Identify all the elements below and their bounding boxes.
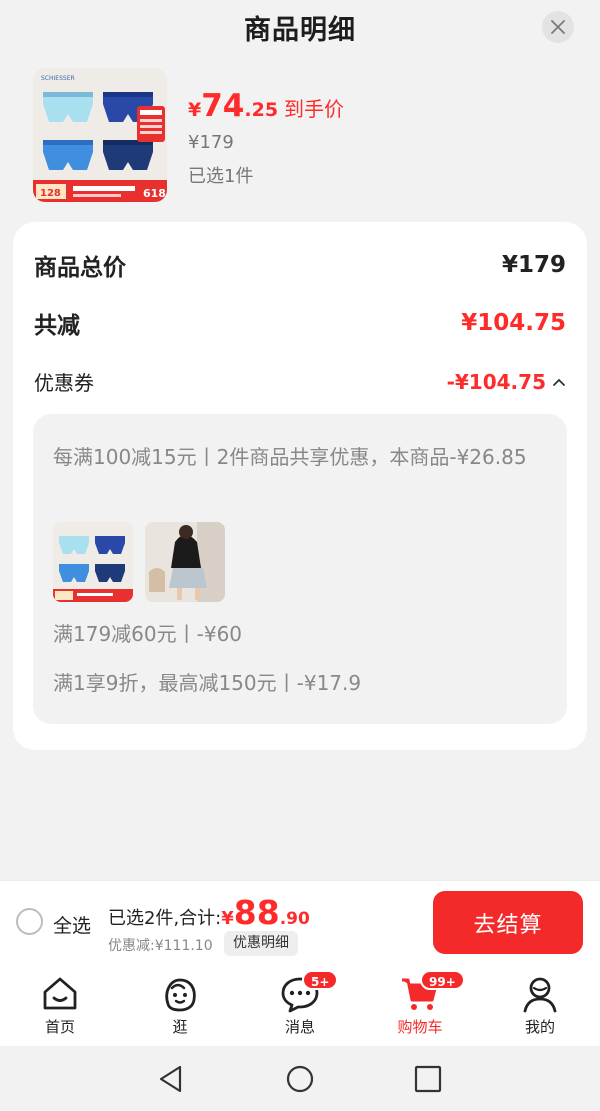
home-icon [43,977,77,1010]
total-sum: 已选2件,合计:¥88.90 [108,893,310,932]
total-label: 商品总价 [34,255,126,281]
price-detail-card: 商品总价 ¥179 共减 ¥104.75 优惠券 -¥104.75 每满100减… [13,222,587,750]
page-title: 商品明细 [244,15,356,46]
tab-me[interactable]: 我的 [480,964,600,1046]
reduce-value: ¥104.75 [461,310,566,336]
system-nav-bar [0,1046,600,1111]
svg-text:SCHIESSER: SCHIESSER [41,75,75,82]
product-summary: SCHIESSER 128 618 ¥74.25 到手价 ¥179 已选1件 [33,68,573,202]
final-price: ¥74.25 到手价 [188,88,345,124]
coupon-row[interactable]: 优惠券 -¥104.75 [34,367,566,396]
discount-detail-button[interactable]: 优惠明细 [224,931,298,956]
tab-label: 消息 [284,1018,315,1036]
bottom-tab-bar: 首页 逛 消息 5+ 购物车 99+ 我的 [0,964,600,1046]
chevron-up-icon[interactable] [552,377,566,387]
select-all-checkbox[interactable] [16,908,43,935]
tab-browse[interactable]: 逛 [120,964,240,1046]
product-thumb[interactable] [145,522,225,602]
coupon-value: -¥104.75 [446,369,546,394]
close-button[interactable] [542,11,574,43]
header: 商品明细 [0,0,600,56]
tab-label: 购物车 [397,1018,443,1036]
coupon-item: 满179减60元丨-¥60 [53,622,243,646]
svg-text:128: 128 [40,188,61,199]
coupon-product-thumbs [53,522,225,602]
tab-label: 逛 [172,1018,188,1036]
cart-badge: 99+ [420,970,465,990]
browse-face-icon [165,978,196,1012]
checkout-bar: 全选 已选2件,合计:¥88.90 优惠减:¥111.10 优惠明细 去结算 [0,880,600,964]
total-row: 商品总价 ¥179 [34,248,566,282]
tab-cart[interactable]: 购物车 99+ [360,964,480,1046]
home-circle-icon[interactable] [285,1064,315,1094]
messages-badge: 5+ [302,970,339,990]
user-icon [523,977,557,1013]
tab-label: 首页 [44,1018,75,1036]
tab-home[interactable]: 首页 [0,964,120,1046]
svg-text:618: 618 [143,187,166,200]
coupon-item: 满1享9折，最高减150元丨-¥17.9 [53,671,362,695]
close-icon [551,20,565,34]
select-all-label[interactable]: 全选 [53,911,91,938]
reduce-label: 共减 [34,313,80,339]
reduce-row: 共减 ¥104.75 [34,306,566,340]
saved-amount: 优惠减:¥111.10 [108,938,213,954]
tab-label: 我的 [524,1018,555,1036]
original-price: ¥179 [188,132,234,153]
coupon-label: 优惠券 [34,371,94,395]
back-icon[interactable] [156,1064,186,1094]
recents-icon[interactable] [413,1064,443,1094]
selected-count: 已选1件 [188,166,254,187]
checkout-button[interactable]: 去结算 [433,891,583,954]
coupon-details: 每满100减15元丨2件商品共享优惠，本商品-¥26.85 满179减60元丨-… [33,414,567,724]
total-value: ¥179 [501,252,566,278]
product-image[interactable]: SCHIESSER 128 618 [33,68,167,202]
price-tag: 到手价 [284,97,345,121]
tab-messages[interactable]: 消息 5+ [240,964,360,1046]
coupon-item: 每满100减15元丨2件商品共享优惠，本商品-¥26.85 [53,445,527,469]
product-thumb[interactable] [53,522,133,602]
